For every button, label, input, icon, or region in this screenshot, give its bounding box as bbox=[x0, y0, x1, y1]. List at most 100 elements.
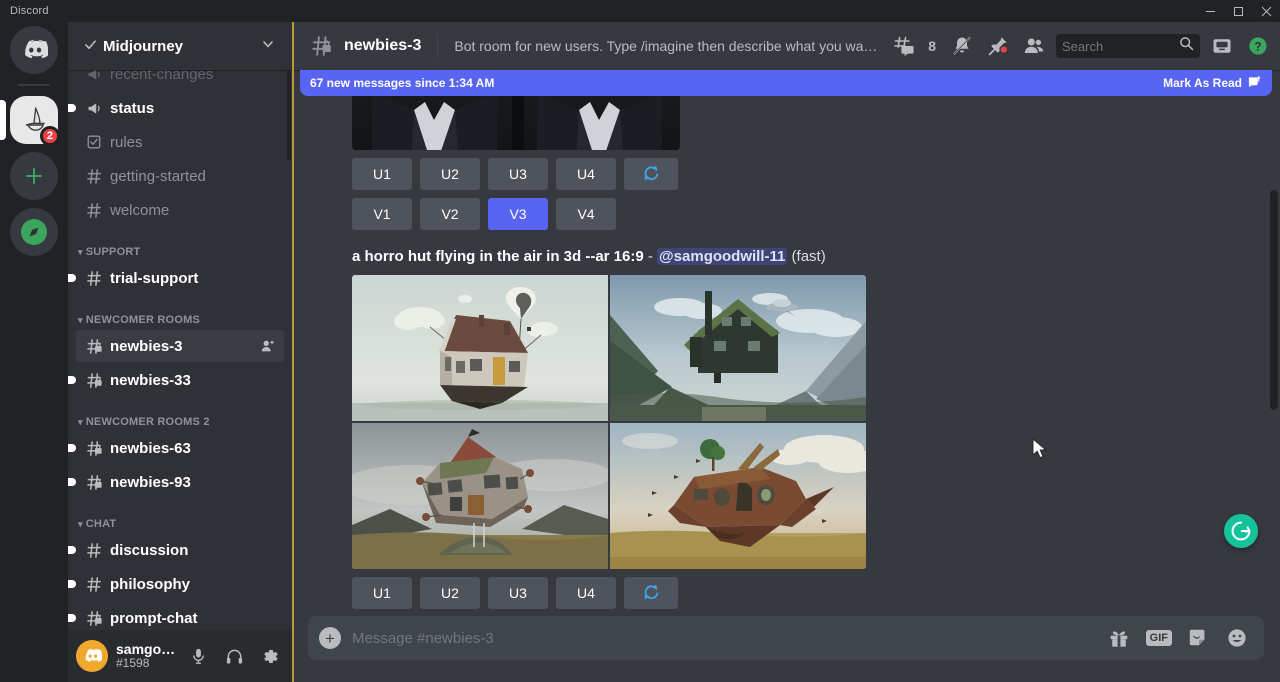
sidebar-item-welcome[interactable]: welcome bbox=[76, 194, 284, 226]
window-controls bbox=[1196, 0, 1280, 22]
close-button[interactable] bbox=[1252, 0, 1280, 22]
sidebar-item-newbies-3[interactable]: newbies-3 bbox=[76, 330, 284, 362]
header-divider bbox=[437, 34, 438, 58]
grid-cell-1[interactable] bbox=[352, 275, 608, 421]
headphones-icon[interactable] bbox=[220, 642, 248, 670]
user-meta[interactable]: samgoodw... #1598 bbox=[116, 641, 176, 671]
sidebar-item-label: getting-started bbox=[110, 168, 276, 185]
mark-as-read-button[interactable]: Mark As Read bbox=[1163, 75, 1262, 92]
bell-muted-icon[interactable] bbox=[948, 32, 976, 60]
unread-indicator bbox=[68, 478, 76, 486]
hash-icon bbox=[84, 542, 104, 559]
server-midjourney[interactable]: 2 bbox=[10, 96, 58, 144]
midjourney-image-grid[interactable] bbox=[352, 275, 866, 569]
compass-icon bbox=[10, 208, 58, 256]
new-messages-banner[interactable]: 67 new messages since 1:34 AM Mark As Re… bbox=[300, 70, 1272, 96]
refresh-button[interactable] bbox=[624, 158, 678, 190]
upscale-button-row-current: U1 U2 U3 U4 bbox=[352, 577, 1264, 609]
v1-button[interactable]: V1 bbox=[352, 198, 412, 230]
sidebar-item-newbies-33[interactable]: newbies-33 bbox=[76, 364, 284, 396]
sidebar-scrollbar[interactable] bbox=[287, 70, 291, 160]
sidebar-item-philosophy[interactable]: philosophy bbox=[76, 568, 284, 600]
add-server-button[interactable] bbox=[10, 152, 58, 200]
channel-topic[interactable]: Bot room for new users. Type /imagine th… bbox=[454, 38, 882, 54]
search-input[interactable]: Search bbox=[1056, 34, 1200, 58]
u4-button[interactable]: U4 bbox=[556, 577, 616, 609]
sidebar-item-recent-changes[interactable]: recent-changes bbox=[76, 70, 284, 90]
u1-button[interactable]: U1 bbox=[352, 577, 412, 609]
category-newcomer-rooms[interactable]: ▾ NEWCOMER ROOMS bbox=[76, 296, 284, 330]
hash-icon bbox=[84, 202, 104, 219]
message-list[interactable]: 67 new messages since 1:34 AM Mark As Re… bbox=[292, 70, 1280, 616]
title-bar: Discord bbox=[0, 0, 1280, 22]
sidebar-item-newbies-63[interactable]: newbies-63 bbox=[76, 432, 284, 464]
maximize-button[interactable] bbox=[1224, 0, 1252, 22]
grid-cell-4[interactable] bbox=[610, 423, 866, 569]
threads-icon[interactable] bbox=[890, 32, 918, 60]
previous-message-image[interactable] bbox=[352, 92, 680, 150]
grid-cell-2[interactable] bbox=[610, 275, 866, 421]
category-chat[interactable]: ▾ CHAT bbox=[76, 500, 284, 534]
sidebar-item-getting-started[interactable]: getting-started bbox=[76, 160, 284, 192]
u2-button[interactable]: U2 bbox=[420, 577, 480, 609]
unread-badge: 2 bbox=[40, 126, 60, 146]
threads-count: 8 bbox=[928, 38, 936, 54]
message-composer[interactable]: + Message #newbies-3 GIF bbox=[308, 616, 1264, 660]
inbox-icon[interactable] bbox=[1208, 32, 1236, 60]
add-attachment-button[interactable]: + bbox=[308, 627, 352, 649]
chevron-down-icon: ▾ bbox=[78, 316, 83, 325]
sidebar-item-rules[interactable]: rules bbox=[76, 126, 284, 158]
sidebar-item-status[interactable]: status bbox=[76, 92, 284, 124]
explore-servers-button[interactable] bbox=[10, 208, 58, 256]
gift-icon[interactable] bbox=[1108, 627, 1130, 649]
category-label: NEWCOMER ROOMS 2 bbox=[86, 416, 210, 428]
sidebar-item-discussion[interactable]: discussion bbox=[76, 534, 284, 566]
microphone-icon[interactable] bbox=[184, 642, 212, 670]
refresh-button[interactable] bbox=[624, 577, 678, 609]
unread-indicator bbox=[68, 614, 76, 622]
discord-home-icon bbox=[10, 26, 58, 74]
unread-indicator bbox=[68, 444, 76, 452]
gear-icon[interactable] bbox=[256, 642, 284, 670]
message-scrollbar[interactable] bbox=[1270, 190, 1278, 410]
help-icon[interactable]: ? bbox=[1244, 32, 1272, 60]
unread-indicator bbox=[68, 580, 76, 588]
minimize-button[interactable] bbox=[1196, 0, 1224, 22]
refresh-icon bbox=[642, 164, 660, 185]
v4-button[interactable]: V4 bbox=[556, 198, 616, 230]
add-member-icon[interactable] bbox=[260, 338, 276, 354]
members-icon[interactable] bbox=[1020, 32, 1048, 60]
u4-button[interactable]: U4 bbox=[556, 158, 616, 190]
category-newcomer-rooms-2[interactable]: ▾ NEWCOMER ROOMS 2 bbox=[76, 398, 284, 432]
v3-button[interactable]: V3 bbox=[488, 198, 548, 230]
sidebar-item-prompt-chat[interactable]: prompt-chat bbox=[76, 602, 284, 630]
u3-button[interactable]: U3 bbox=[488, 158, 548, 190]
grid-cell-3[interactable] bbox=[352, 423, 608, 569]
sticker-icon[interactable] bbox=[1188, 627, 1210, 649]
sidebar-item-label: newbies-63 bbox=[110, 440, 276, 457]
pin-icon[interactable] bbox=[984, 32, 1012, 60]
message-input-placeholder[interactable]: Message #newbies-3 bbox=[352, 630, 1108, 647]
u1-button[interactable]: U1 bbox=[352, 158, 412, 190]
chevron-down-icon: ▾ bbox=[78, 418, 83, 427]
category-support[interactable]: ▾ SUPPORT bbox=[76, 228, 284, 262]
home-button[interactable] bbox=[10, 26, 58, 74]
v2-button[interactable]: V2 bbox=[420, 198, 480, 230]
verified-check-icon bbox=[84, 38, 97, 54]
gif-button[interactable]: GIF bbox=[1146, 630, 1172, 646]
emoji-icon[interactable] bbox=[1226, 627, 1248, 649]
message-prompt: a horro hut flying in the air in 3d --ar… bbox=[352, 248, 1264, 265]
sidebar-item-newbies-93[interactable]: newbies-93 bbox=[76, 466, 284, 498]
u2-button[interactable]: U2 bbox=[420, 158, 480, 190]
sidebar-item-trial-support[interactable]: trial-support bbox=[76, 262, 284, 294]
u3-button[interactable]: U3 bbox=[488, 577, 548, 609]
prompt-text: a horro hut flying in the air in 3d --ar… bbox=[352, 248, 644, 265]
avatar[interactable] bbox=[76, 640, 108, 672]
variation-button-row-previous: V1 V2 V3 V4 bbox=[352, 198, 1264, 230]
channel-scroll-area[interactable]: recent-changes status rules bbox=[68, 70, 292, 630]
chevron-down-icon[interactable] bbox=[260, 36, 276, 56]
grammarly-icon[interactable] bbox=[1224, 514, 1258, 548]
sidebar-item-label: discussion bbox=[110, 542, 276, 559]
guild-header[interactable]: Midjourney bbox=[68, 22, 292, 70]
user-mention[interactable]: @samgoodwill-11 bbox=[657, 248, 787, 265]
